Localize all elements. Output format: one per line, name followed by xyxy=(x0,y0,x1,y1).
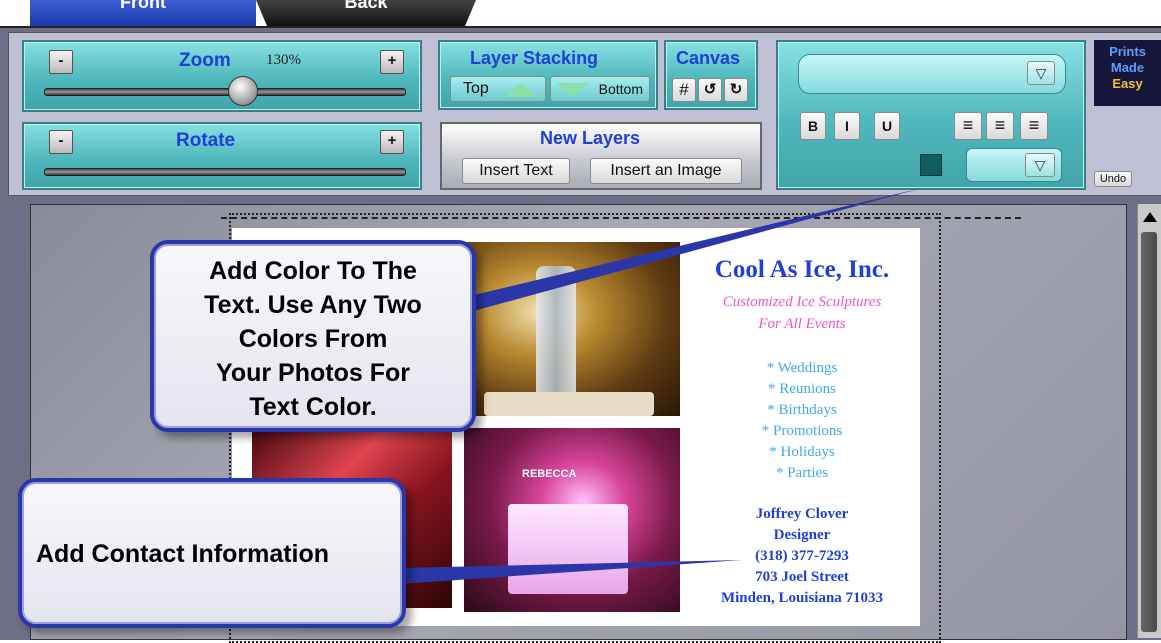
color-tip-line: Text Color. xyxy=(249,393,377,421)
color-tip-line: Colors From xyxy=(238,325,388,353)
contact-tip-callout: Add Contact Information xyxy=(18,478,406,628)
contact-tip-text: Add Contact Information xyxy=(36,540,330,568)
color-tip-callout: Add Color To The Text. Use Any Two Color… xyxy=(150,240,476,432)
color-callout-pointer xyxy=(470,188,922,312)
color-tip-line: Add Color To The xyxy=(209,257,417,285)
color-tip-line: Your Photos For xyxy=(216,359,410,387)
contact-callout-pointer xyxy=(400,560,742,584)
color-tip-line: Text. Use Any Two xyxy=(204,291,422,319)
